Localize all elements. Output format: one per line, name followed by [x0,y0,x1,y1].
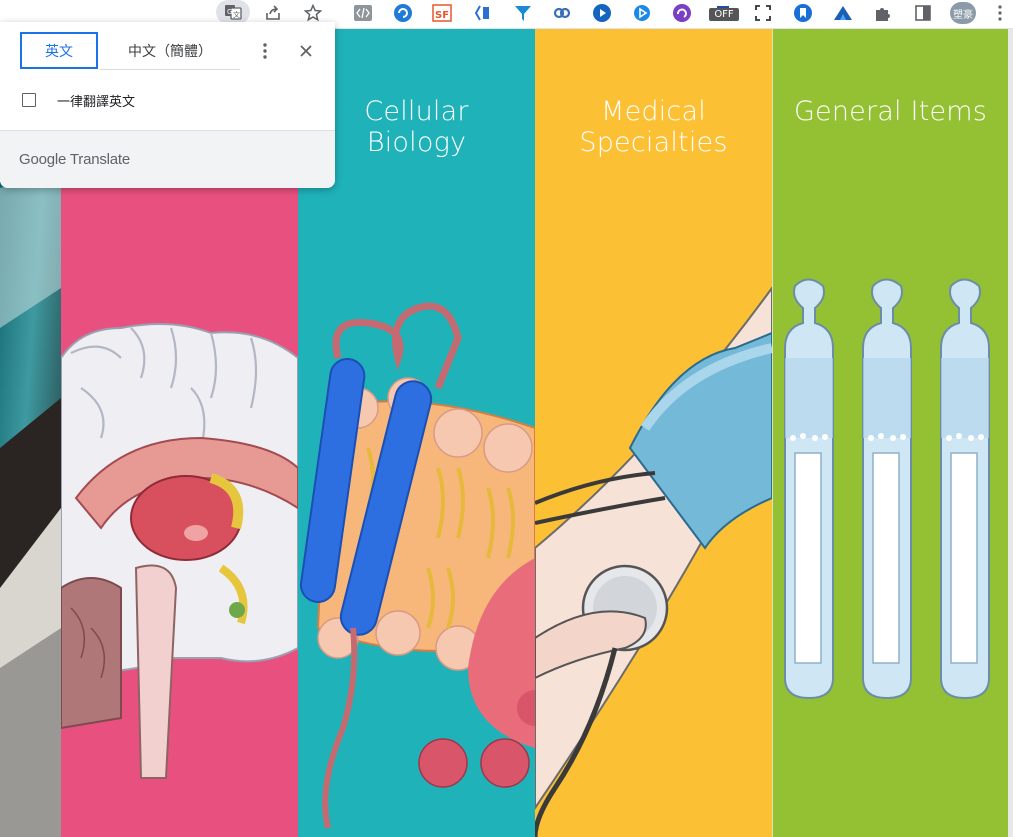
filter-icon[interactable] [512,2,534,24]
tab-target-language[interactable]: 中文（簡體） [100,32,240,70]
panel-title-general-items: General Items [773,96,1008,127]
title-line-1: General Items [793,96,988,127]
svg-text:G: G [227,8,232,16]
svg-text:SF: SF [435,10,449,21]
share-icon[interactable] [262,2,284,24]
close-button[interactable] [295,40,317,62]
mountain-icon[interactable] [832,2,854,24]
translate-popup: 英文 中文（簡體） 一律翻譯英文 Google Translate [0,22,335,188]
star-icon[interactable] [302,2,324,24]
circle-refresh-icon[interactable] [392,2,414,24]
play-icon[interactable] [591,2,613,24]
swirl-icon[interactable] [671,2,693,24]
popup-footer: Google Translate [0,130,335,188]
puzzle-icon[interactable] [872,2,894,24]
always-translate-label: 一律翻譯英文 [57,94,136,110]
svg-text:文: 文 [233,10,240,19]
tab-source-language[interactable]: 英文 [20,32,98,69]
capture-icon[interactable] [752,2,774,24]
general-items-panel[interactable]: General Items [772,28,1008,837]
translate-icon[interactable]: G文 [216,0,250,24]
more-icon[interactable] [992,2,1008,24]
sf-icon[interactable]: SF [431,2,453,24]
bookmark-icon[interactable] [792,2,814,24]
google-translate-logo: Google Translate [19,151,131,168]
title-line-1: Medical [601,96,706,127]
ampoule-vials-illustration [773,28,1008,837]
medical-specialties-panel[interactable]: Medical Specialties [535,28,772,837]
bracket-icon[interactable] [472,2,494,24]
scrollbar-track[interactable] [1008,28,1013,837]
code-viewer-icon[interactable] [352,2,374,24]
always-translate-option[interactable]: 一律翻譯英文 [22,90,135,110]
off-badge: OFF [709,8,739,21]
sidepanel-icon[interactable] [912,2,934,24]
vial [784,278,834,700]
more-vert-icon [263,43,267,59]
close-icon [300,45,312,57]
profile-avatar[interactable]: 塑豪 [950,2,976,24]
more-options-button[interactable] [254,40,276,62]
title-line-2: Specialties [579,127,728,158]
play-outline-icon[interactable] [631,2,653,24]
always-translate-checkbox[interactable] [22,93,36,107]
link-icon[interactable] [551,2,573,24]
panel-title-medical-specialties: Medical Specialties [535,96,772,158]
